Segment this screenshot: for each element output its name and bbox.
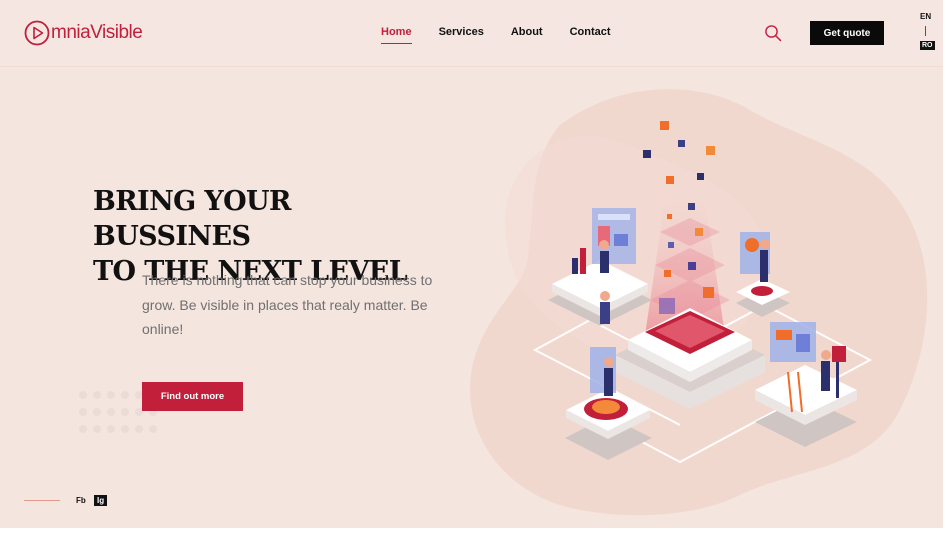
main-nav: Home Services About Contact (381, 26, 638, 44)
social-divider (24, 500, 60, 501)
nav-about[interactable]: About (511, 26, 543, 38)
find-out-more-button[interactable]: Find out more (142, 382, 243, 411)
instagram-link[interactable]: Ig (94, 495, 108, 506)
language-en[interactable]: EN (920, 12, 931, 21)
site-header: mniaVisible Home Services About Contact … (0, 0, 943, 67)
language-divider (925, 26, 926, 36)
logo-play-icon (24, 20, 50, 46)
facebook-link[interactable]: Fb (76, 496, 86, 505)
page: mniaVisible Home Services About Contact … (0, 0, 943, 528)
search-icon[interactable] (764, 24, 782, 42)
logo-text: mniaVisible (51, 22, 143, 43)
isometric-business-platform-illustration (470, 89, 928, 516)
nav-services[interactable]: Services (439, 26, 484, 38)
nav-contact[interactable]: Contact (570, 26, 611, 38)
get-quote-button[interactable]: Get quote (810, 21, 884, 45)
logo[interactable]: mniaVisible (24, 20, 143, 46)
hero-title-line1: BRING YOUR BUSSINES (93, 186, 291, 252)
nav-home[interactable]: Home (381, 26, 412, 44)
language-ro[interactable]: RO (920, 41, 935, 50)
hero-description: There is nothing that can stop your busi… (142, 272, 433, 337)
